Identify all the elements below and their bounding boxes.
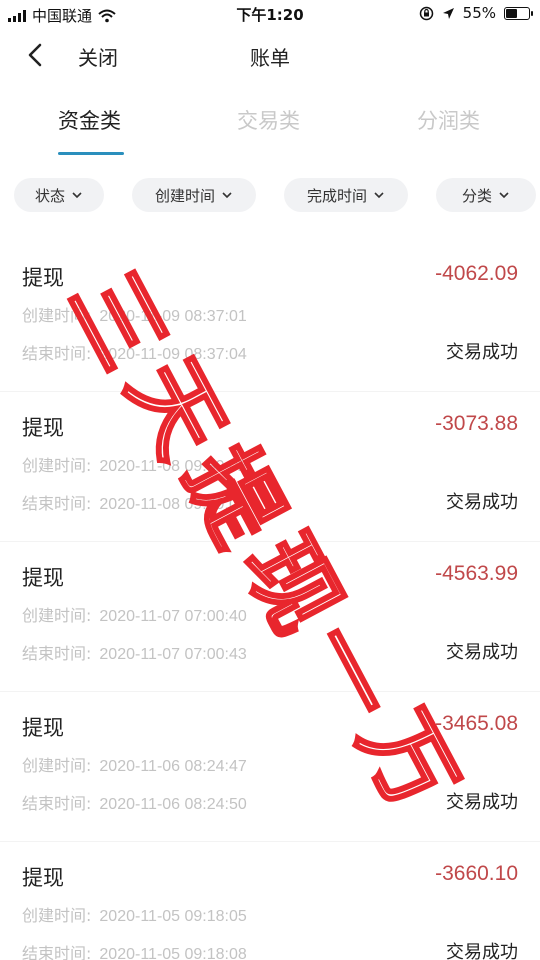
record-amount: -3660.10 <box>435 862 518 885</box>
created-value: 2020-11-08 09:39:02 <box>99 458 247 475</box>
created-label: 创建时间: <box>22 906 92 925</box>
list-item[interactable]: 提现 -4563.99 创建时间: 2020-11-07 07:00:40 结束时… <box>0 542 540 692</box>
rotation-lock-icon <box>419 6 433 20</box>
status-bar: 中国联通 下午1:20 55% <box>0 0 540 30</box>
list-item[interactable]: 提现 -4062.09 创建时间: 2020-11-09 08:37:01 结束时… <box>0 242 540 392</box>
record-created: 创建时间: 2020-11-08 09:39:02 <box>22 452 247 476</box>
ended-label: 结束时间: <box>22 644 92 663</box>
filter-category[interactable]: 分类 <box>436 178 536 212</box>
filter-created-time[interactable]: 创建时间 <box>132 178 256 212</box>
tab-bar: 资金类 交易类 分润类 <box>0 95 540 160</box>
created-value: 2020-11-06 08:24:47 <box>99 758 247 775</box>
tab-funds[interactable]: 资金类 <box>58 105 121 135</box>
ended-value: 2020-11-07 07:00:43 <box>99 646 247 663</box>
filter-bar: 状态 创建时间 完成时间 分类 <box>0 178 540 214</box>
record-status: 交易成功 <box>446 342 518 363</box>
filter-status[interactable]: 状态 <box>14 178 104 212</box>
record-title: 提现 <box>22 416 64 440</box>
record-title: 提现 <box>22 266 64 290</box>
status-right: 55% <box>419 4 533 22</box>
battery-icon <box>504 6 533 20</box>
page-title: 账单 <box>250 46 290 70</box>
created-value: 2020-11-09 08:37:01 <box>99 308 247 325</box>
location-arrow-icon <box>442 7 454 19</box>
record-title: 提现 <box>22 716 64 740</box>
record-amount: -4062.09 <box>435 262 518 285</box>
record-ended: 结束时间: 2020-11-06 08:24:50 <box>22 790 247 814</box>
record-status: 交易成功 <box>446 942 518 960</box>
record-created: 创建时间: 2020-11-09 08:37:01 <box>22 302 247 326</box>
record-ended: 结束时间: 2020-11-05 09:18:08 <box>22 940 247 960</box>
ended-label: 结束时间: <box>22 494 92 513</box>
filter-completed-time[interactable]: 完成时间 <box>284 178 408 212</box>
chevron-down-icon <box>374 192 384 199</box>
created-label: 创建时间: <box>22 756 92 775</box>
ended-value: 2020-11-05 09:18:08 <box>99 946 247 960</box>
record-status: 交易成功 <box>446 792 518 813</box>
filter-status-label: 状态 <box>34 186 65 205</box>
record-amount: -3465.08 <box>435 712 518 735</box>
ended-label: 结束时间: <box>22 944 92 960</box>
nav-bar: 关闭 账单 <box>0 30 540 80</box>
created-value: 2020-11-05 09:18:05 <box>99 908 247 925</box>
active-tab-indicator <box>58 152 124 155</box>
record-title: 提现 <box>22 566 64 590</box>
record-created: 创建时间: 2020-11-05 09:18:05 <box>22 902 247 926</box>
record-created: 创建时间: 2020-11-07 07:00:40 <box>22 602 247 626</box>
list-item[interactable]: 提现 -3073.88 创建时间: 2020-11-08 09:39:02 结束时… <box>0 392 540 542</box>
ended-value: 2020-11-09 08:37:04 <box>99 346 247 363</box>
filter-completed-time-label: 完成时间 <box>306 186 367 205</box>
chevron-down-icon <box>222 192 232 199</box>
created-label: 创建时间: <box>22 606 92 625</box>
filter-category-label: 分类 <box>461 186 492 205</box>
record-ended: 结束时间: 2020-11-09 08:37:04 <box>22 340 247 364</box>
filter-created-time-label: 创建时间 <box>154 186 215 205</box>
record-created: 创建时间: 2020-11-06 08:24:47 <box>22 752 247 776</box>
chevron-down-icon <box>499 192 509 199</box>
ended-value: 2020-11-08 09:39:06 <box>99 496 247 513</box>
tab-trades[interactable]: 交易类 <box>237 105 300 135</box>
record-amount: -4563.99 <box>435 562 518 585</box>
record-title: 提现 <box>22 866 64 890</box>
record-ended: 结束时间: 2020-11-08 09:39:06 <box>22 490 247 514</box>
created-label: 创建时间: <box>22 306 92 325</box>
tab-profit-share[interactable]: 分润类 <box>417 105 480 135</box>
record-status: 交易成功 <box>446 492 518 513</box>
record-status: 交易成功 <box>446 642 518 663</box>
list-item[interactable]: 提现 -3465.08 创建时间: 2020-11-06 08:24:47 结束时… <box>0 692 540 842</box>
chevron-down-icon <box>72 192 82 199</box>
ended-value: 2020-11-06 08:24:50 <box>99 796 247 813</box>
record-amount: -3073.88 <box>435 412 518 435</box>
battery-percent: 55% <box>462 4 496 22</box>
created-value: 2020-11-07 07:00:40 <box>99 608 247 625</box>
list-item[interactable]: 提现 -3660.10 创建时间: 2020-11-05 09:18:05 结束时… <box>0 842 540 960</box>
created-label: 创建时间: <box>22 456 92 475</box>
record-list: 提现 -4062.09 创建时间: 2020-11-09 08:37:01 结束时… <box>0 242 540 960</box>
record-ended: 结束时间: 2020-11-07 07:00:43 <box>22 640 247 664</box>
ended-label: 结束时间: <box>22 344 92 363</box>
ended-label: 结束时间: <box>22 794 92 813</box>
